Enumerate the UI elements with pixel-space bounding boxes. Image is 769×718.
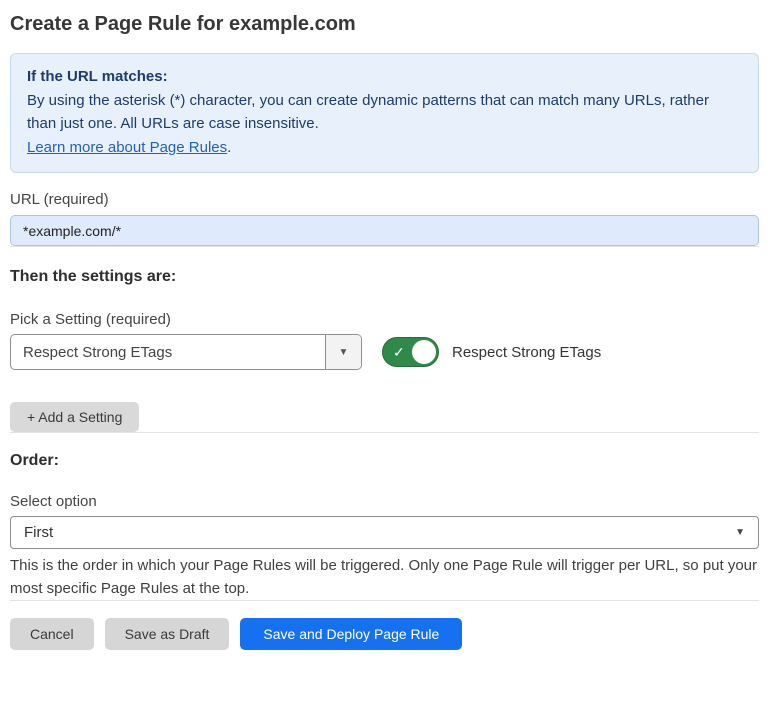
learn-more-link[interactable]: Learn more about Page Rules xyxy=(27,139,227,156)
page-rule-form: Create a Page Rule for example.com If th… xyxy=(0,12,769,650)
dropdown-arrow-button[interactable]: ▼ xyxy=(325,335,361,369)
setting-dropdown[interactable]: Respect Strong ETags ▼ xyxy=(10,334,362,370)
divider xyxy=(10,432,759,433)
url-match-info-box: If the URL matches: By using the asteris… xyxy=(10,53,759,173)
info-box-body: By using the asterisk (*) character, you… xyxy=(27,89,742,136)
info-box-link-line: Learn more about Page Rules. xyxy=(27,136,742,160)
order-help-text: This is the order in which your Page Rul… xyxy=(10,554,759,600)
url-input[interactable] xyxy=(10,215,759,246)
save-draft-button[interactable]: Save as Draft xyxy=(105,618,230,650)
url-field-label: URL (required) xyxy=(10,191,759,209)
order-heading: Order: xyxy=(10,451,759,471)
divider xyxy=(10,600,759,601)
divider xyxy=(10,246,759,247)
cancel-button[interactable]: Cancel xyxy=(10,618,94,650)
order-select-label: Select option xyxy=(10,493,759,511)
add-setting-button[interactable]: + Add a Setting xyxy=(10,402,139,432)
setting-row: Respect Strong ETags ▼ ✓ Respect Strong … xyxy=(10,334,759,370)
form-actions: Cancel Save as Draft Save and Deploy Pag… xyxy=(10,618,759,650)
settings-heading: Then the settings are: xyxy=(10,267,759,287)
toggle-label: Respect Strong ETags xyxy=(452,344,601,361)
pick-setting-label: Pick a Setting (required) xyxy=(10,311,759,329)
page-title: Create a Page Rule for example.com xyxy=(10,12,759,36)
order-select[interactable]: First ▼ xyxy=(10,516,759,549)
setting-dropdown-value: Respect Strong ETags xyxy=(11,335,325,369)
dropdown-arrow-icon: ▼ xyxy=(339,347,349,358)
select-chevron-icon: ▼ xyxy=(735,527,745,538)
info-box-heading: If the URL matches: xyxy=(27,65,742,89)
order-select-value: First xyxy=(24,524,53,541)
link-period: . xyxy=(227,139,231,156)
toggle-knob xyxy=(412,340,436,364)
save-deploy-button[interactable]: Save and Deploy Page Rule xyxy=(240,618,462,650)
toggle-check-icon: ✓ xyxy=(393,345,405,359)
setting-toggle[interactable]: ✓ xyxy=(382,337,439,367)
